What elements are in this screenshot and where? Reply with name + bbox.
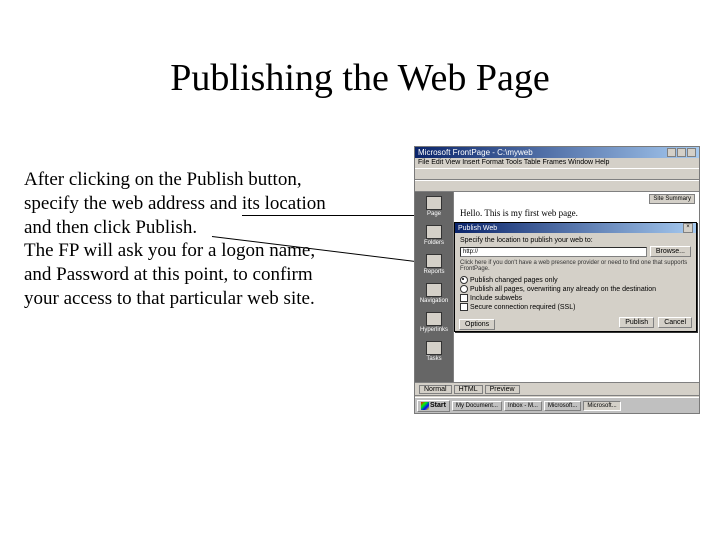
fp-content: Page Folders Reports Navigation Hyperlin… — [415, 192, 699, 382]
slide: Publishing the Web Page After clicking o… — [0, 0, 720, 540]
dialog-close-button[interactable]: × — [683, 223, 693, 233]
radio-icon — [460, 276, 468, 284]
tab-html[interactable]: HTML — [454, 385, 483, 394]
sidebar-label: Navigation — [420, 298, 448, 304]
tb-btn[interactable] — [428, 169, 438, 179]
sidebar-item-page[interactable]: Page — [419, 196, 449, 217]
wpp-hint[interactable]: Click here if you don't have a web prese… — [460, 260, 691, 272]
tb-btn[interactable] — [461, 169, 471, 179]
checkbox-icon — [460, 294, 468, 302]
body-line-3: and then click Publish. — [24, 217, 197, 238]
site-summary-button[interactable]: Site Summary — [649, 194, 695, 204]
view-tabs: Normal HTML Preview — [415, 382, 699, 395]
radio-changed-only[interactable]: Publish changed pages only — [460, 276, 691, 284]
check-label: Include subwebs — [470, 295, 522, 302]
radio-label: Publish changed pages only — [470, 277, 558, 284]
sidebar-item-navigation[interactable]: Navigation — [419, 283, 449, 304]
options-button[interactable]: Options — [459, 319, 495, 330]
location-input[interactable]: http:// — [460, 247, 647, 257]
sidebar-label: Tasks — [426, 356, 441, 362]
sidebar-label: Hyperlinks — [420, 327, 448, 333]
sidebar-item-hyperlinks[interactable]: Hyperlinks — [419, 312, 449, 333]
tb-btn[interactable] — [417, 169, 427, 179]
close-button[interactable] — [687, 148, 696, 157]
sidebar-item-reports[interactable]: Reports — [419, 254, 449, 275]
toolbar-1 — [415, 168, 699, 180]
body-line-5: and Password at this point, to confirm — [24, 264, 313, 285]
checkbox-icon — [460, 303, 468, 311]
radio-icon — [460, 285, 468, 293]
taskbar-item-active[interactable]: Microsoft... — [583, 401, 620, 411]
sidebar-label: Folders — [424, 240, 444, 246]
start-button[interactable]: Start — [417, 400, 450, 412]
menu-bar[interactable]: File Edit View Insert Format Tools Table… — [415, 158, 699, 168]
frontpage-screenshot: Microsoft FrontPage - C:\myweb File Edit… — [414, 146, 700, 414]
maximize-button[interactable] — [677, 148, 686, 157]
sidebar-label: Page — [427, 211, 441, 217]
toolbar-2 — [415, 180, 699, 192]
navigation-icon — [426, 283, 442, 297]
dialog-title: Publish Web — [458, 225, 497, 232]
windows-icon — [421, 402, 429, 410]
body-line-6: your access to that particular web site. — [24, 288, 315, 309]
sidebar-item-folders[interactable]: Folders — [419, 225, 449, 246]
cancel-button[interactable]: Cancel — [658, 317, 692, 328]
check-ssl[interactable]: Secure connection required (SSL) — [460, 303, 691, 311]
page-icon — [426, 196, 442, 210]
body-line-1: After clicking on the Publish button, — [24, 169, 302, 190]
radio-label: Publish all pages, overwriting any alrea… — [470, 286, 656, 293]
tb-btn[interactable] — [450, 169, 460, 179]
taskbar-item[interactable]: My Document... — [452, 401, 502, 411]
taskbar-item[interactable]: Microsoft... — [544, 401, 581, 411]
check-subwebs[interactable]: Include subwebs — [460, 294, 691, 302]
page-content-text: Hello. This is my first web page. — [460, 208, 578, 218]
taskbar-item[interactable]: Inbox - M... — [504, 401, 542, 411]
check-label: Secure connection required (SSL) — [470, 304, 575, 311]
sidebar-label: Reports — [423, 269, 444, 275]
radio-all-pages[interactable]: Publish all pages, overwriting any alrea… — [460, 285, 691, 293]
windows-taskbar: Start My Document... Inbox - M... Micros… — [415, 397, 699, 413]
body-line-2: specify the web address and its location — [24, 193, 326, 214]
tab-normal[interactable]: Normal — [419, 385, 452, 394]
slide-title: Publishing the Web Page — [0, 56, 720, 100]
tab-preview[interactable]: Preview — [485, 385, 520, 394]
dialog-body: Specify the location to publish your web… — [455, 233, 696, 316]
reports-icon — [426, 254, 442, 268]
start-label: Start — [430, 402, 446, 409]
app-titlebar: Microsoft FrontPage - C:\myweb — [415, 147, 699, 158]
hyperlinks-icon — [426, 312, 442, 326]
views-sidebar: Page Folders Reports Navigation Hyperlin… — [415, 192, 453, 382]
sidebar-item-tasks[interactable]: Tasks — [419, 341, 449, 362]
tb-btn[interactable] — [417, 181, 427, 191]
tb-btn[interactable] — [439, 169, 449, 179]
tb-btn[interactable] — [439, 181, 449, 191]
fp-main-area: Site Summary Hello. This is my first web… — [453, 192, 699, 382]
minimize-button[interactable] — [667, 148, 676, 157]
folders-icon — [426, 225, 442, 239]
body-text: After clicking on the Publish button, sp… — [24, 168, 404, 311]
location-label: Specify the location to publish your web… — [460, 237, 691, 244]
window-controls — [667, 148, 696, 157]
tb-btn[interactable] — [428, 181, 438, 191]
publish-button[interactable]: Publish — [619, 317, 654, 328]
app-title: Microsoft FrontPage - C:\myweb — [418, 148, 533, 157]
browse-button[interactable]: Browse... — [650, 246, 691, 257]
tasks-icon — [426, 341, 442, 355]
publish-web-dialog: Publish Web × Specify the location to pu… — [454, 222, 697, 332]
dialog-titlebar: Publish Web × — [455, 223, 696, 233]
